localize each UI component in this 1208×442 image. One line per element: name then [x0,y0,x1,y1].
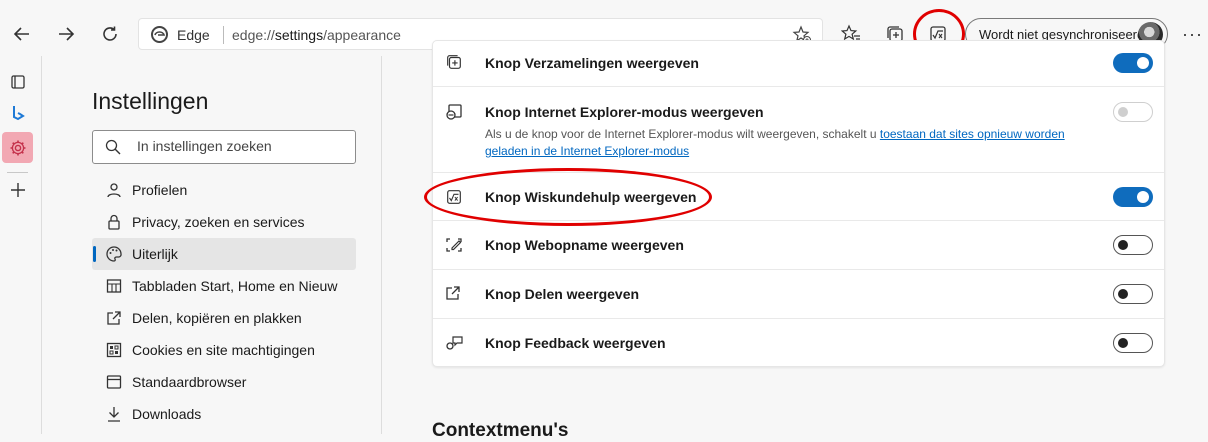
tab-actions-button[interactable] [2,66,33,97]
site-name: Edge [177,27,210,43]
bing-button[interactable] [2,97,33,128]
settings-nav-list: Profielen Privacy, zoeken en services Ui… [92,174,356,430]
feedback-toggle[interactable] [1113,333,1153,353]
setting-label: Knop Webopname weergeven [485,237,684,253]
collections-toggle[interactable] [1113,53,1153,73]
settings-nav: Instellingen Profielen Privacy, zoeken e… [41,56,382,434]
setting-row-collections: Knop Verzamelingen weergeven [433,41,1164,87]
setting-label: Knop Internet Explorer-modus weergeven [485,104,764,120]
setting-label: Knop Feedback weergeven [485,335,666,351]
search-icon [105,139,121,160]
nav-item-label: Tabbladen Start, Home en Nieuw [132,278,338,294]
edge-logo-icon [151,26,168,48]
setting-label: Knop Delen weergeven [485,286,640,302]
nav-item-standaardbrowser[interactable]: Standaardbrowser [92,366,356,398]
share-icon [445,285,461,306]
lock-icon [92,214,132,230]
plus-icon [10,182,25,197]
settings-rail-button[interactable] [2,132,33,163]
tab-actions-icon [10,74,25,89]
arrow-left-icon [13,27,29,41]
highlight-ellipse-annotation [424,168,712,226]
bing-icon [12,105,25,120]
palette-icon [92,245,132,263]
rail-divider [7,172,28,173]
share-toggle[interactable] [1113,284,1153,304]
cookie-grid-icon [92,342,132,358]
sidebar-rail [0,66,35,434]
share-icon [92,310,132,326]
arrow-right-icon [59,27,75,41]
refresh-icon [103,26,117,41]
nav-item-downloads[interactable]: Downloads [92,398,356,430]
nav-item-uiterlijk[interactable]: Uiterlijk [92,238,356,270]
ie-mode-icon [445,103,463,126]
download-icon [92,406,132,422]
add-sidebar-app-button[interactable] [2,174,33,205]
math-solver-toggle[interactable] [1113,187,1153,207]
nav-item-label: Uiterlijk [132,246,178,262]
nav-item-cookies[interactable]: Cookies en site machtigingen [92,334,356,366]
address-separator [223,26,224,44]
setting-row-web-capture: Knop Webopname weergeven [433,221,1164,270]
browser-icon [92,374,132,390]
gear-icon [10,140,25,155]
collections-icon [445,53,463,76]
page-title: Instellingen [92,88,209,114]
setting-row-share: Knop Delen weergeven [433,270,1164,319]
nav-item-delen[interactable]: Delen, kopiëren en plakken [92,302,356,334]
refresh-button[interactable] [94,18,126,50]
url-text: edge://settings/appearance [232,27,401,43]
nav-item-label: Privacy, zoeken en services [132,214,305,230]
setting-description: Als u de knop voor de Internet Explorer-… [485,127,1065,158]
nav-item-profielen[interactable]: Profielen [92,174,356,206]
setting-row-ie-mode: Knop Internet Explorer-modus weergeven A… [433,87,1164,173]
nav-item-label: Delen, kopiëren en plakken [132,310,302,326]
ie-mode-toggle[interactable] [1113,102,1153,122]
nav-item-privacy[interactable]: Privacy, zoeken en services [92,206,356,238]
nav-item-label: Profielen [132,182,188,198]
tab-grid-icon [92,278,132,294]
feedback-icon [445,334,463,357]
more-options-icon[interactable]: ··· [1182,24,1203,45]
settings-search[interactable] [92,130,356,164]
nav-item-label: Cookies en site machtigingen [132,342,315,358]
nav-item-label: Downloads [132,406,202,422]
section-heading-context-menus: Contextmenu's [432,420,569,441]
nav-item-label: Standaardbrowser [132,374,247,390]
forward-button[interactable] [50,18,82,50]
nav-item-tabbladen[interactable]: Tabbladen Start, Home en Nieuw [92,270,356,302]
setting-row-feedback: Knop Feedback weergeven [433,319,1164,367]
back-button[interactable] [6,18,38,50]
web-capture-icon [445,236,463,259]
web-capture-toggle[interactable] [1113,235,1153,255]
setting-label: Knop Verzamelingen weergeven [485,55,699,71]
search-input[interactable] [137,138,347,154]
person-icon [92,182,132,198]
